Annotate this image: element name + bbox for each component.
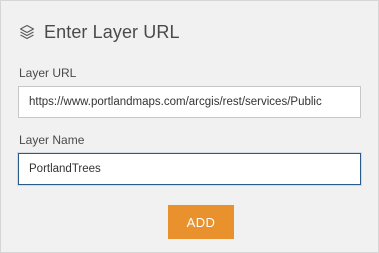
layer-url-label: Layer URL <box>19 66 77 80</box>
layer-name-input[interactable] <box>18 153 361 185</box>
panel-title: Enter Layer URL <box>44 21 180 42</box>
add-button[interactable]: ADD <box>168 205 234 239</box>
enter-layer-url-panel: Enter Layer URL Layer URL Layer Name ADD <box>0 0 379 253</box>
layer-url-input[interactable] <box>18 86 361 118</box>
layer-name-label: Layer Name <box>19 133 85 147</box>
panel-header: Enter Layer URL <box>19 20 180 44</box>
layers-icon <box>19 24 35 40</box>
